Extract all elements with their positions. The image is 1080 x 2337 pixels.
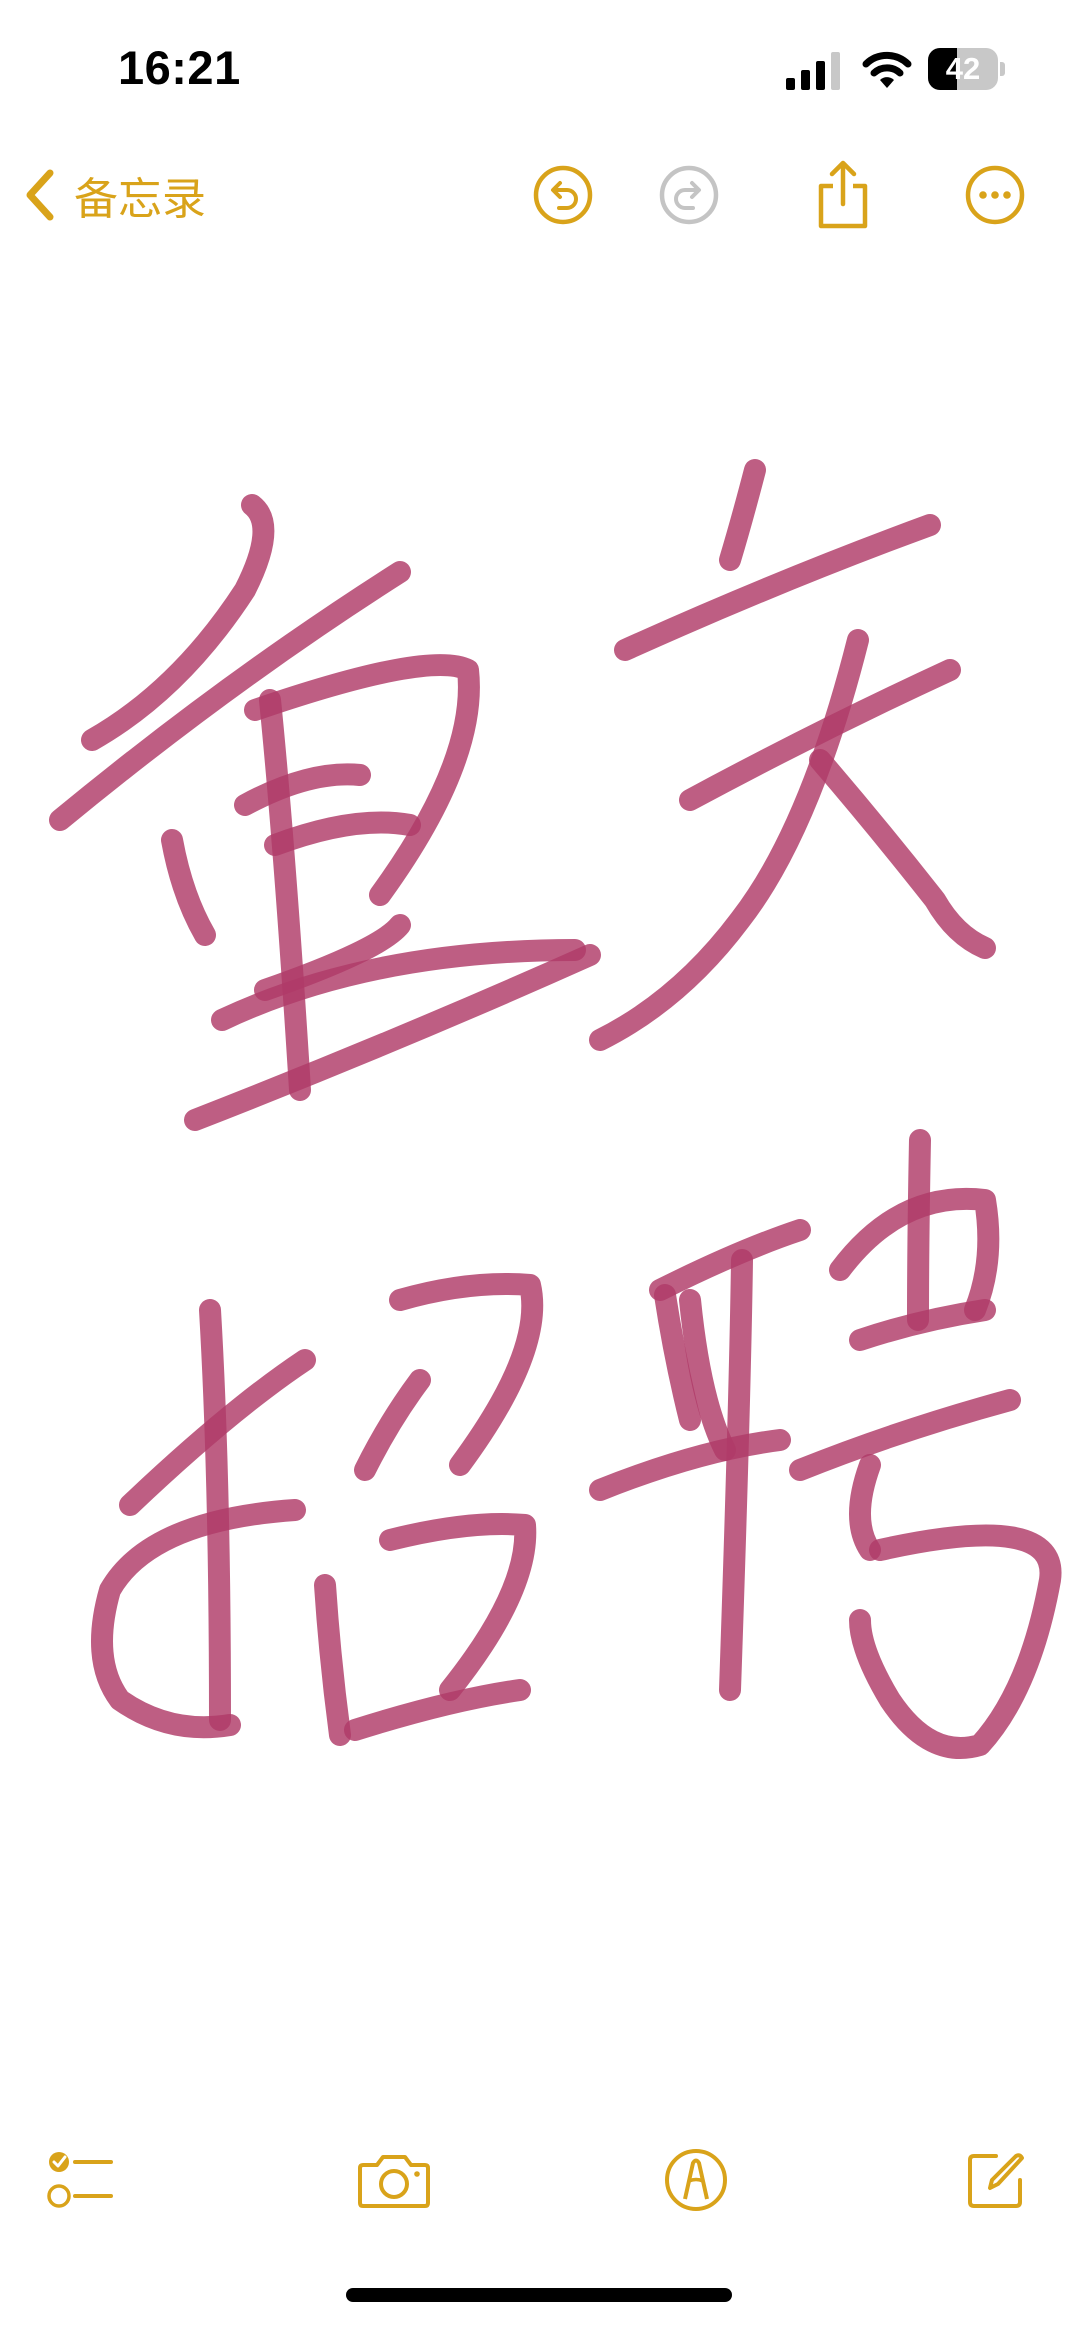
- back-label: 备忘录: [74, 174, 206, 225]
- redo-button[interactable]: [644, 150, 734, 240]
- ellipsis-icon: [965, 165, 1025, 225]
- share-icon: [818, 160, 868, 229]
- share-button[interactable]: [798, 150, 888, 240]
- redo-icon: [659, 165, 719, 225]
- cellular-signal-icon: [786, 52, 840, 90]
- checklist-button[interactable]: [32, 2130, 132, 2230]
- checklist-icon: [47, 2152, 113, 2208]
- undo-icon: [533, 165, 593, 225]
- camera-icon: [358, 2155, 430, 2208]
- undo-button[interactable]: [518, 150, 608, 240]
- nav-bar: 备忘录: [0, 140, 1080, 250]
- status-time: 16:21: [118, 41, 241, 94]
- drawing-canvas[interactable]: [0, 250, 1080, 2080]
- markup-pen-icon: [665, 2149, 727, 2211]
- status-bar: 16:21 42: [0, 0, 1080, 140]
- back-button[interactable]: 备忘录: [20, 160, 206, 230]
- camera-button[interactable]: [344, 2130, 444, 2230]
- compose-icon: [968, 2153, 1024, 2208]
- battery-tip: [1000, 62, 1005, 76]
- bottom-toolbar: [0, 2120, 1080, 2240]
- more-options-button[interactable]: [950, 150, 1040, 240]
- battery-indicator: 42: [928, 48, 1006, 90]
- home-indicator[interactable]: [346, 2288, 732, 2302]
- markup-button[interactable]: [646, 2130, 746, 2230]
- compose-button[interactable]: [946, 2130, 1046, 2230]
- battery-body: 42: [928, 48, 998, 90]
- battery-level: 42: [945, 51, 981, 86]
- chevron-left-icon: [26, 169, 54, 221]
- wifi-icon: [862, 51, 912, 88]
- handwriting-drawing: [49, 459, 1062, 1759]
